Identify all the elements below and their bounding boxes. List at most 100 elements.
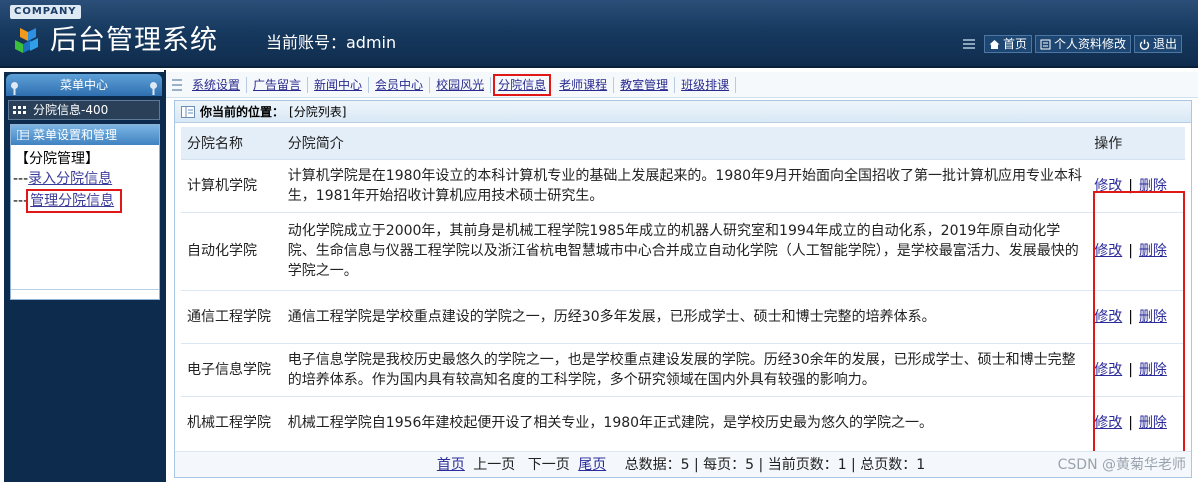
highlight-box: 管理分院信息 <box>26 189 123 213</box>
table-row: 计算机学院 计算机学院是在1980年设立的本科计算机专业的基础上发展起来的。19… <box>181 158 1185 212</box>
last-page-link[interactable]: 尾页 <box>578 457 606 473</box>
cell-college-desc: 电子信息学院是我校历史最悠久的学院之一，也是学校重点建设发展的学院。历经30余年… <box>281 342 1089 396</box>
cell-college-name: 计算机学院 <box>181 158 282 212</box>
company-badge: COMPANY <box>10 5 81 19</box>
power-icon <box>1139 39 1150 50</box>
sidebar-section-label: 分院信息-400 <box>33 103 109 117</box>
top-nav: 系统设置 广告留言 新闻中心 会员中心 校园风光 分院信息 老师课程 教室管理 … <box>166 72 1198 98</box>
next-page-label: 下一页 <box>527 457 570 473</box>
menu-group-title: 【分院管理】 <box>15 151 99 167</box>
action-separator: | <box>1128 361 1133 378</box>
cell-college-desc: 通信工程学院是学校重点建设的学院之一，历经30多年发展，已形成学士、硕士和博士完… <box>281 289 1089 343</box>
tab-campus-scenery[interactable]: 校园风光 <box>430 76 492 93</box>
edit-link[interactable]: 修改 <box>1094 415 1122 431</box>
add-college-link[interactable]: 录入分院信息 <box>28 171 112 187</box>
cell-actions: 修改 | 删除 <box>1088 395 1185 449</box>
app-header: COMPANY 后台管理系统 当前账号：admin 首页 个人资料修改 退出 <box>0 0 1198 68</box>
profile-label: 个人资料修改 <box>1053 37 1126 51</box>
logo-cubes-icon <box>15 28 38 53</box>
breadcrumb: 你当前的位置： [分院列表] <box>175 101 1191 123</box>
sidebar: 菜单中心 分院信息-400 菜单设置和管理 【分院管理】 ---录入分院信息 -… <box>4 72 164 482</box>
action-separator: | <box>1128 414 1133 431</box>
menu-center-title: 菜单中心 <box>6 74 162 96</box>
first-page-link[interactable]: 首页 <box>437 457 465 473</box>
tab-classroom-management[interactable]: 教室管理 <box>614 76 676 93</box>
sidebar-item-add-college: ---录入分院信息 <box>11 169 159 189</box>
menu-box-footer <box>11 289 159 299</box>
cell-actions: 修改 | 删除 <box>1088 289 1185 343</box>
tab-class-scheduling[interactable]: 班级排课 <box>675 76 737 93</box>
header-buttons: 首页 个人资料修改 退出 <box>962 35 1182 53</box>
delete-link[interactable]: 删除 <box>1139 415 1167 431</box>
delete-link[interactable]: 删除 <box>1139 362 1167 378</box>
tab-ads-messages[interactable]: 广告留言 <box>247 76 309 93</box>
location-value: [分院列表] <box>289 104 347 119</box>
page-stats: 总数据：5 | 每页：5 | 当前页数：1 | 总页数：1 <box>624 457 926 473</box>
content-panel: 你当前的位置： [分院列表] 分院名称 分院简介 操作 计算机学院 计算机学院是… <box>174 100 1192 478</box>
account-label: 当前账号：admin <box>266 33 397 52</box>
menu-box-header: 菜单设置和管理 <box>11 125 159 145</box>
edit-link[interactable]: 修改 <box>1094 362 1122 378</box>
menu-center-label: 菜单中心 <box>59 78 108 92</box>
edit-link[interactable]: 修改 <box>1094 309 1122 325</box>
main-area: 系统设置 广告留言 新闻中心 会员中心 校园风光 分院信息 老师课程 教室管理 … <box>166 70 1198 482</box>
profile-button[interactable]: 个人资料修改 <box>1034 35 1131 53</box>
location-label: 你当前的位置： <box>200 104 285 119</box>
tab-teacher-courses[interactable]: 老师课程 <box>553 76 615 93</box>
home-label: 首页 <box>1002 37 1027 51</box>
pin-icon <box>150 82 157 95</box>
cell-college-desc: 动化学院成立于2000年，其前身是机械工程学院1985年成立的机器人研究室和19… <box>281 211 1089 290</box>
table-row: 通信工程学院 通信工程学院是学校重点建设的学院之一，历经30多年发展，已形成学士… <box>181 289 1185 343</box>
grip-icon <box>172 78 182 91</box>
action-separator: | <box>1128 243 1133 259</box>
cell-college-desc: 机械工程学院自1956年建校起便开设了相关专业，1980年正式建院，是学校历史最… <box>281 395 1089 449</box>
edit-link[interactable]: 修改 <box>1094 178 1122 194</box>
tab-member-center[interactable]: 会员中心 <box>369 76 431 93</box>
home-button[interactable]: 首页 <box>983 35 1032 53</box>
cell-actions: 修改 | 删除 <box>1088 158 1185 212</box>
delete-link[interactable]: 删除 <box>1139 309 1167 325</box>
home-icon <box>989 39 1000 49</box>
table-header-row: 分院名称 分院简介 操作 <box>181 127 1185 160</box>
cell-actions: 修改 | 删除 <box>1088 342 1185 396</box>
edit-link[interactable]: 修改 <box>1094 243 1122 259</box>
tab-system-settings[interactable]: 系统设置 <box>186 76 248 93</box>
cell-college-name: 自动化学院 <box>181 211 282 290</box>
delete-link[interactable]: 删除 <box>1139 178 1167 194</box>
grid-dots-icon <box>13 106 26 114</box>
header-actions: 操作 <box>1088 127 1185 160</box>
delete-link[interactable]: 删除 <box>1139 243 1167 259</box>
header-college-desc: 分院简介 <box>281 127 1089 160</box>
cell-college-name: 通信工程学院 <box>181 289 282 343</box>
logout-label: 退出 <box>1152 37 1177 51</box>
sidebar-item-manage-college: --- 管理分院信息 <box>11 189 159 213</box>
manage-college-link[interactable]: 管理分院信息 <box>30 193 114 209</box>
prev-page-label: 上一页 <box>473 457 516 473</box>
app-title: 后台管理系统 <box>50 25 218 56</box>
header-college-name: 分院名称 <box>181 127 282 160</box>
menu-box: 菜单设置和管理 【分院管理】 ---录入分院信息 --- 管理分院信息 <box>10 124 160 300</box>
pin-icon <box>11 82 18 95</box>
sidebar-section-college-info[interactable]: 分院信息-400 <box>8 100 160 120</box>
tab-news-center[interactable]: 新闻中心 <box>308 76 370 93</box>
college-table: 分院名称 分院简介 操作 计算机学院 计算机学院是在1980年设立的本科计算机专… <box>181 127 1185 449</box>
action-separator: | <box>1128 308 1133 325</box>
watermark: CSDN @黄菊华老师 <box>1057 457 1186 473</box>
menu-link-prefix: --- <box>13 171 29 187</box>
tab-college-info[interactable]: 分院信息 <box>493 73 552 96</box>
cell-actions: 修改 | 删除 <box>1088 211 1185 290</box>
cell-college-desc: 计算机学院是在1980年设立的本科计算机专业的基础上发展起来的。1980年9月开… <box>281 158 1089 212</box>
table-row: 机械工程学院 机械工程学院自1956年建校起便开设了相关专业，1980年正式建院… <box>181 395 1185 449</box>
menu-box-title: 菜单设置和管理 <box>33 128 118 142</box>
list-icon <box>17 130 29 140</box>
table-row: 电子信息学院 电子信息学院是我校历史最悠久的学院之一，也是学校重点建设发展的学院… <box>181 342 1185 396</box>
logout-button[interactable]: 退出 <box>1133 35 1182 53</box>
table-row: 自动化学院 动化学院成立于2000年，其前身是机械工程学院1985年成立的机器人… <box>181 211 1185 290</box>
action-separator: | <box>1128 177 1133 194</box>
grip-icon <box>962 39 975 49</box>
cell-college-name: 机械工程学院 <box>181 395 282 449</box>
profile-icon <box>1040 39 1051 49</box>
cell-college-name: 电子信息学院 <box>181 342 282 396</box>
pagination: 首页 上一页 下一页 尾页 总数据：5 | 每页：5 | 当前页数：1 | 总页… <box>175 451 1191 477</box>
page-icon <box>181 105 195 118</box>
